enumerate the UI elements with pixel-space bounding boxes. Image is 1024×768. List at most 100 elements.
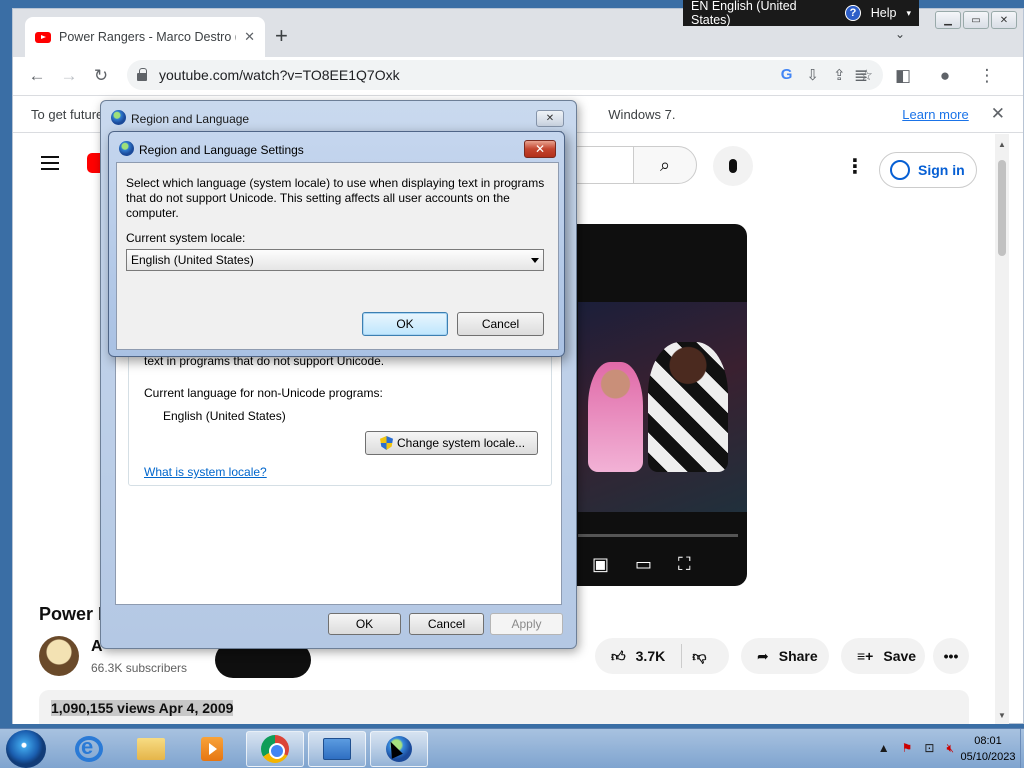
volume-muted-icon[interactable]: 🔇︎ (946, 741, 954, 756)
taskbar: ▲ ⚑ ⊡ 🔇︎ 08:01 05/10/2023 (0, 728, 1024, 768)
action-center-flag-icon[interactable]: ⚑ (902, 741, 913, 756)
video-player[interactable]: ▣ ▭ ⛶ (568, 224, 747, 586)
views-and-date: 1,090,155 views Apr 4, 2009 (51, 700, 234, 716)
share-icon: ➦ (757, 647, 769, 664)
profile-icon[interactable]: ● (929, 60, 961, 92)
network-icon[interactable]: ⊡ (924, 741, 934, 756)
scroll-up-icon[interactable]: ▲ (998, 140, 1006, 149)
save-button[interactable]: ≡+ Save (841, 638, 925, 674)
side-panel-icon[interactable]: ◧ (887, 60, 919, 92)
video-frame (578, 302, 747, 512)
taskbar-chrome[interactable] (246, 731, 304, 767)
clock[interactable]: 08:01 05/10/2023 (958, 733, 1018, 765)
lock-icon[interactable] (137, 68, 147, 81)
system-locale-label: Current system locale: (126, 231, 246, 245)
video-controls: ▣ ▭ ⛶ (592, 554, 691, 575)
sign-in-button[interactable]: Sign in (879, 152, 977, 188)
start-button[interactable] (6, 730, 46, 768)
share-button[interactable]: ➦ Share (741, 638, 829, 674)
channel-avatar[interactable] (39, 636, 79, 676)
show-desktop-button[interactable] (1020, 729, 1024, 768)
reading-list-icon[interactable]: ≣ (845, 60, 877, 92)
taskbar-control-panel[interactable] (308, 731, 366, 767)
close-button[interactable]: ✕ (524, 140, 556, 158)
thumbs-up-icon: 👍︎ (611, 647, 626, 664)
clock-date: 05/10/2023 (960, 751, 1016, 763)
help-icon[interactable]: ? (845, 5, 861, 21)
dialog-title: Region and Language (131, 112, 250, 126)
more-actions-button[interactable]: ••• (933, 638, 969, 674)
settings-more-icon[interactable]: ⋮ (845, 154, 865, 179)
clock-time: 08:01 (974, 735, 1002, 747)
window-controls: ▁ ▭ ✕ (935, 11, 1017, 29)
thumbs-down-icon[interactable]: 👎︎ (692, 648, 706, 665)
browser-tab[interactable]: Power Rangers - Marco Destro (s ✕ (25, 17, 265, 57)
close-window-button[interactable]: ✕ (991, 11, 1017, 29)
user-icon (890, 160, 910, 180)
description-box[interactable]: 1,090,155 views Apr 4, 2009 (39, 690, 969, 724)
reload-icon[interactable]: ↻ (85, 60, 117, 92)
current-language-label: Current language for non-Unicode program… (144, 386, 383, 400)
tab-close-icon[interactable]: ✕ (244, 29, 255, 45)
new-tab-button[interactable]: + (275, 25, 288, 47)
menu-icon[interactable] (41, 156, 59, 170)
internet-explorer-icon (75, 734, 103, 762)
browser-toolbar: ← → ↻ youtube.com/watch?v=TO8EE1Q7Oxk G … (13, 57, 1023, 95)
browser-menu-icon[interactable]: ⋮ (971, 60, 1003, 92)
playlist-add-icon: ≡+ (857, 648, 874, 664)
info-bar-close-icon[interactable]: ✕ (991, 104, 1005, 124)
microphone-icon (729, 159, 737, 173)
globe-icon (119, 141, 134, 156)
tab-search-icon[interactable]: ⌄ (895, 27, 905, 41)
address-bar[interactable]: youtube.com/watch?v=TO8EE1Q7Oxk G ⇩ ⇪ ☆ (127, 60, 883, 90)
google-translate-icon[interactable]: G (781, 66, 793, 84)
uac-shield-icon (380, 436, 393, 450)
install-icon[interactable]: ⇩ (806, 66, 819, 84)
video-progress-bar[interactable] (578, 534, 738, 537)
like-button[interactable]: 👍︎ 3.7K 👎︎ (595, 638, 729, 674)
minimize-button[interactable]: ▁ (935, 11, 961, 29)
cancel-button[interactable]: Cancel (409, 613, 484, 635)
fullscreen-icon[interactable]: ⛶ (678, 554, 691, 575)
what-is-system-locale-link[interactable]: What is system locale? (144, 465, 267, 479)
show-hidden-icons-icon[interactable]: ▲ (878, 741, 890, 756)
search-icon[interactable]: ⌕ (633, 146, 697, 184)
region-language-settings-dialog: Region and Language Settings ✕ Select wh… (108, 131, 565, 357)
chrome-icon (261, 735, 289, 763)
learn-more-link[interactable]: Learn more (902, 107, 968, 122)
ok-button[interactable]: OK (362, 312, 448, 336)
miniplayer-icon[interactable]: ▣ (592, 554, 609, 575)
scroll-down-icon[interactable]: ▼ (998, 711, 1006, 720)
forward-icon[interactable]: → (53, 60, 85, 92)
langbar-options-icon[interactable]: ▾ (906, 8, 911, 19)
language-bar[interactable]: EN English (United States) ? Help ▾ (683, 0, 919, 27)
taskbar-explorer[interactable] (122, 731, 180, 767)
youtube-favicon-icon (35, 31, 51, 43)
system-locale-dropdown[interactable]: English (United States) (126, 249, 544, 271)
apply-button[interactable]: Apply (490, 613, 563, 635)
back-icon[interactable]: ← (21, 60, 53, 92)
change-system-locale-button[interactable]: Change system locale... (365, 431, 538, 455)
taskbar-media-player[interactable] (183, 731, 241, 767)
scroll-thumb[interactable] (998, 160, 1006, 256)
system-locale-value: English (United States) (131, 253, 254, 267)
theater-mode-icon[interactable]: ▭ (635, 554, 652, 575)
voice-search-button[interactable] (713, 146, 753, 186)
cancel-button[interactable]: Cancel (457, 312, 544, 336)
locale-description: Select which language (system locale) to… (126, 176, 545, 220)
maximize-button[interactable]: ▭ (963, 11, 989, 29)
page-scrollbar[interactable]: ▲ ▼ (995, 134, 1009, 724)
like-divider (681, 644, 683, 668)
url-text[interactable]: youtube.com/watch?v=TO8EE1Q7Oxk (159, 67, 781, 83)
help-label[interactable]: Help (871, 6, 897, 20)
subscriber-count: 66.3K subscribers (91, 661, 188, 675)
globe-icon (111, 110, 126, 125)
system-tray: ▲ ⚑ ⊡ 🔇︎ (878, 741, 954, 756)
ok-button[interactable]: OK (328, 613, 401, 635)
folder-icon (137, 738, 165, 760)
share-page-icon[interactable]: ⇪ (833, 66, 846, 84)
close-button[interactable]: ✕ (536, 110, 564, 127)
taskbar-internet-explorer[interactable] (60, 731, 118, 767)
language-indicator[interactable]: EN English (United States) (691, 0, 835, 27)
video-figure-black (648, 342, 728, 472)
